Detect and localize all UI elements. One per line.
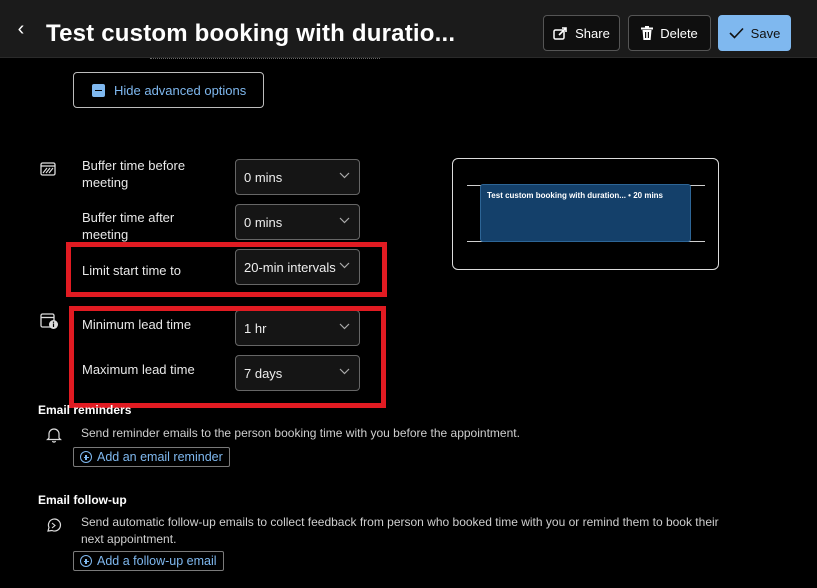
buffer-after-label: Buffer time after meeting xyxy=(82,210,175,242)
back-chevron-icon[interactable]: ‹ xyxy=(10,18,32,40)
checkmark-icon xyxy=(729,27,744,39)
add-email-reminder-button[interactable]: Add an email reminder xyxy=(73,447,230,467)
follow-up-chat-icon xyxy=(47,518,62,532)
chevron-down-icon xyxy=(339,217,350,224)
calendar-info-icon xyxy=(40,313,58,329)
email-reminders-heading: Email reminders xyxy=(38,403,132,417)
clipped-field-underline xyxy=(150,58,380,60)
preview-event-block: Test custom booking with duration... • 2… xyxy=(480,184,691,242)
buffer-after-value: 0 mins xyxy=(244,214,283,230)
buffer-before-value: 0 mins xyxy=(244,169,283,185)
add-email-reminder-label: Add an email reminder xyxy=(97,450,223,464)
booking-preview: Test custom booking with duration... • 2… xyxy=(452,158,719,270)
top-header: ‹ Test custom booking with duratio... Sh… xyxy=(0,0,817,58)
share-label: Share xyxy=(575,25,610,41)
delete-label: Delete xyxy=(660,25,698,41)
add-follow-up-email-label: Add a follow-up email xyxy=(97,554,217,568)
save-button[interactable]: Save xyxy=(718,15,791,51)
save-label: Save xyxy=(750,25,781,41)
highlight-box-lead-time xyxy=(69,306,386,408)
plus-circle-icon xyxy=(80,451,92,463)
email-followup-description-line1: Send automatic follow-up emails to colle… xyxy=(81,515,719,529)
add-follow-up-email-button[interactable]: Add a follow-up email xyxy=(73,551,224,571)
bell-icon xyxy=(46,428,62,443)
hide-advanced-options-button[interactable]: Hide advanced options xyxy=(73,72,264,108)
buffer-before-label: Buffer time before meeting xyxy=(82,158,186,190)
chevron-down-icon xyxy=(339,172,350,179)
page-title: Test custom booking with duratio... xyxy=(46,20,456,47)
share-button[interactable]: Share xyxy=(543,15,620,51)
hide-advanced-options-label: Hide advanced options xyxy=(114,82,247,98)
email-reminders-description: Send reminder emails to the person booki… xyxy=(81,426,520,440)
share-icon xyxy=(553,27,567,40)
trash-icon xyxy=(641,26,654,40)
buffer-before-select[interactable]: 0 mins xyxy=(235,159,360,195)
email-followup-description-line2: next appointment. xyxy=(81,532,177,546)
delete-button[interactable]: Delete xyxy=(628,15,711,51)
highlight-box-limit-start xyxy=(66,242,387,297)
plus-circle-icon xyxy=(80,555,92,567)
email-followup-heading: Email follow-up xyxy=(38,493,127,507)
collapse-minus-icon xyxy=(92,83,105,97)
buffer-after-select[interactable]: 0 mins xyxy=(235,204,360,240)
buffer-time-icon xyxy=(40,162,56,176)
